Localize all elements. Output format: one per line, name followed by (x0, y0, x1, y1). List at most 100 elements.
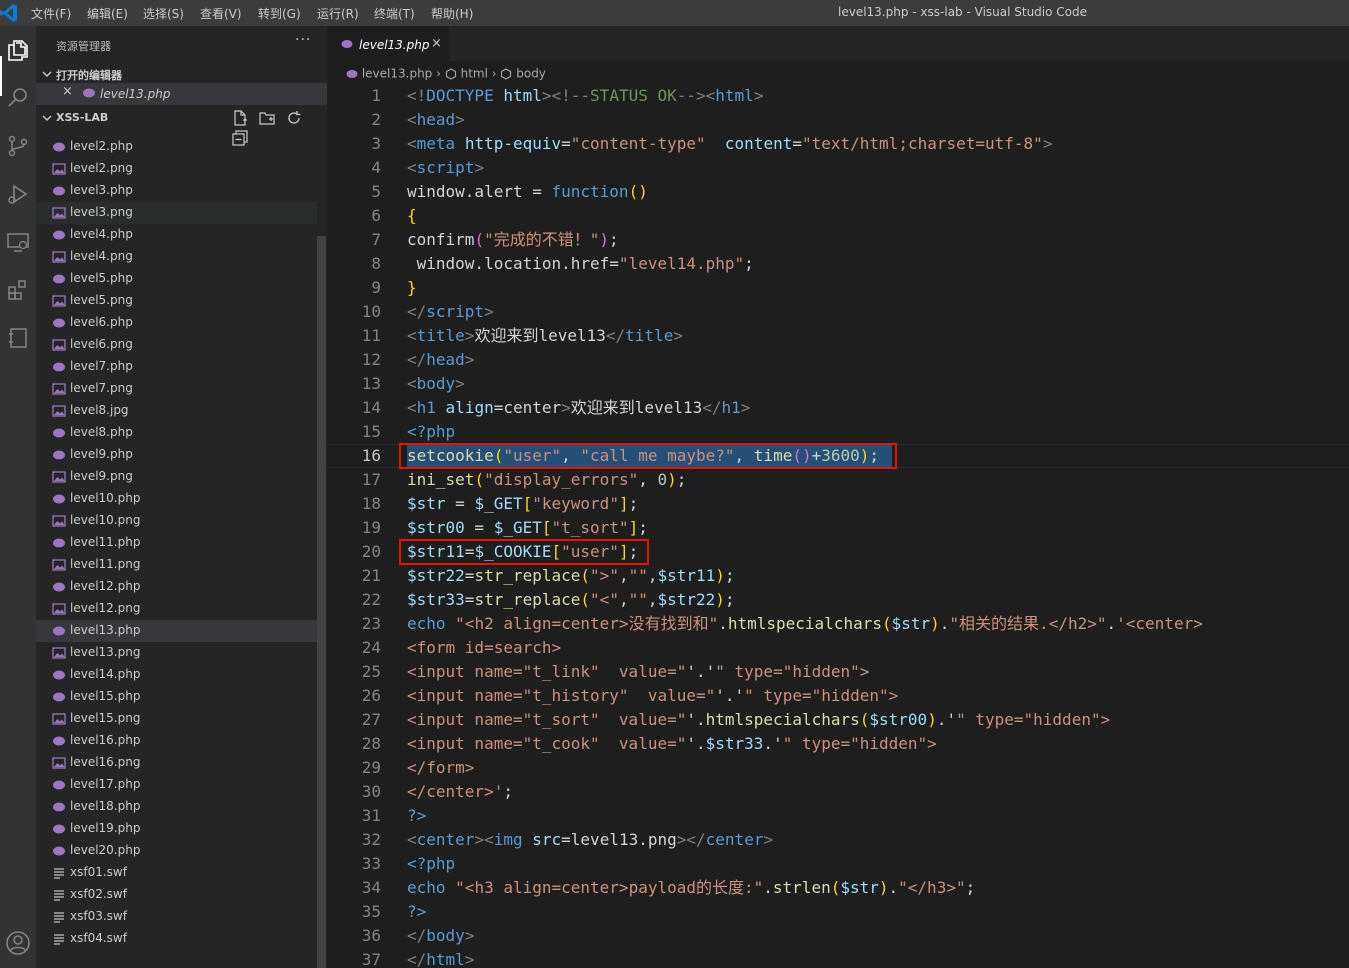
php-file-icon (53, 780, 65, 790)
line-number: 33 (361, 854, 381, 873)
highlight-box-cookie (399, 539, 649, 565)
run-debug-icon[interactable] (0, 174, 36, 214)
file-name: level3.png (70, 205, 133, 219)
extensions-icon[interactable] (0, 270, 36, 310)
file-name: level12.png (70, 601, 141, 615)
file-item[interactable]: level13.php (36, 620, 317, 642)
code-line: </html> (407, 950, 475, 968)
code-line: <title>欢迎来到level13</title> (407, 326, 683, 345)
code-line: </script> (407, 302, 494, 321)
breadcrumb-html[interactable]: html (461, 67, 488, 81)
php-file-icon (53, 318, 65, 328)
file-item[interactable]: level10.png (36, 510, 317, 532)
file-item[interactable]: level14.php (36, 664, 317, 686)
file-name: level13.php (70, 623, 141, 637)
close-tab-icon[interactable]: × (431, 36, 442, 51)
code-editor[interactable]: 1 <!DOCTYPE html><!--STATUS OK--><html> 2 <… (327, 84, 1349, 968)
explorer-icon[interactable] (0, 30, 36, 70)
code-line: ?> (407, 806, 427, 825)
image-file-icon (52, 295, 66, 307)
code-line: </form> (407, 758, 475, 777)
remote-explorer-icon[interactable] (0, 222, 36, 262)
code-line: } (407, 278, 417, 297)
file-name: level8.jpg (70, 403, 129, 417)
menu-file[interactable]: 文件(F) (31, 5, 71, 22)
file-item[interactable]: level5.png (36, 290, 317, 312)
file-item[interactable]: level13.png (36, 642, 317, 664)
sidebar-scrollbar[interactable] (317, 236, 326, 968)
file-item[interactable]: xsf04.swf (36, 928, 317, 950)
menu-edit[interactable]: 编辑(E) (87, 5, 128, 22)
menu-terminal[interactable]: 终端(T) (374, 5, 415, 22)
explorer-sidebar: 资源管理器 ··· 打开的编辑器 × level13.php XSS-LAB l… (36, 26, 327, 968)
notebook-icon[interactable] (0, 318, 36, 358)
menu-selection[interactable]: 选择(S) (143, 5, 184, 22)
file-item[interactable]: level15.php (36, 686, 317, 708)
file-item[interactable]: level15.png (36, 708, 317, 730)
menu-view[interactable]: 查看(V) (200, 5, 242, 22)
php-file-icon (53, 736, 65, 746)
breadcrumb-file[interactable]: level13.php (362, 67, 432, 81)
file-item[interactable]: level12.php (36, 576, 317, 598)
line-number: 35 (361, 902, 381, 921)
menu-run[interactable]: 运行(R) (317, 5, 359, 22)
file-item[interactable]: level20.php (36, 840, 317, 862)
file-item[interactable]: level3.png (36, 202, 317, 224)
file-item[interactable]: level10.php (36, 488, 317, 510)
file-item[interactable]: level9.png (36, 466, 317, 488)
breadcrumb: level13.php › html › body (346, 66, 546, 81)
file-item[interactable]: level2.php (36, 136, 317, 158)
file-name: level5.php (70, 271, 133, 285)
file-name: level18.php (70, 799, 141, 813)
open-editor-item[interactable]: × level13.php (36, 83, 327, 105)
menu-help[interactable]: 帮助(H) (431, 5, 473, 22)
file-item[interactable]: xsf02.swf (36, 884, 317, 906)
code-line: <!DOCTYPE html><!--STATUS OK--><html> (407, 86, 764, 105)
line-number: 25 (361, 662, 381, 681)
php-file-icon (53, 230, 65, 240)
file-item[interactable]: level16.png (36, 752, 317, 774)
line-number: 12 (361, 350, 381, 369)
code-line: <center><img src=level13.png></center> (407, 830, 774, 849)
more-actions-icon[interactable]: ··· (295, 32, 311, 48)
file-item[interactable]: level7.png (36, 378, 317, 400)
php-file-icon (341, 40, 353, 48)
symbol-element-icon (501, 67, 512, 80)
file-item[interactable]: level8.jpg (36, 400, 317, 422)
file-item[interactable]: level8.php (36, 422, 317, 444)
file-item[interactable]: level3.php (36, 180, 317, 202)
search-icon[interactable] (0, 78, 36, 118)
file-item[interactable]: level6.png (36, 334, 317, 356)
file-item[interactable]: level16.php (36, 730, 317, 752)
file-item[interactable]: level7.php (36, 356, 317, 378)
file-name: level2.png (70, 161, 133, 175)
file-item[interactable]: level17.php (36, 774, 317, 796)
php-file-icon (83, 88, 95, 98)
tab-level13-php[interactable]: level13.php × (327, 26, 449, 61)
php-file-icon (53, 186, 65, 196)
file-item[interactable]: level4.php (36, 224, 317, 246)
file-item[interactable]: level12.png (36, 598, 317, 620)
file-item[interactable]: level5.php (36, 268, 317, 290)
tab-label: level13.php (359, 38, 430, 52)
file-item[interactable]: level19.php (36, 818, 317, 840)
source-control-icon[interactable] (0, 126, 36, 166)
line-number: 4 (371, 158, 381, 177)
menu-go[interactable]: 转到(G) (258, 5, 301, 22)
file-item[interactable]: level9.php (36, 444, 317, 466)
line-number: 8 (371, 254, 381, 273)
file-item[interactable]: level11.php (36, 532, 317, 554)
file-item[interactable]: level6.php (36, 312, 317, 334)
file-item[interactable]: level4.png (36, 246, 317, 268)
file-name: level20.php (70, 843, 141, 857)
file-item[interactable]: xsf03.swf (36, 906, 317, 928)
file-item[interactable]: xsf01.swf (36, 862, 317, 884)
file-item[interactable]: level18.php (36, 796, 317, 818)
file-name: level12.php (70, 579, 141, 593)
close-icon[interactable]: × (62, 84, 73, 99)
account-icon[interactable] (0, 923, 36, 963)
breadcrumb-body[interactable]: body (516, 67, 546, 81)
code-line: $str00 = $_GET["t_sort"]; (407, 518, 648, 537)
file-item[interactable]: level2.png (36, 158, 317, 180)
file-item[interactable]: level11.png (36, 554, 317, 576)
